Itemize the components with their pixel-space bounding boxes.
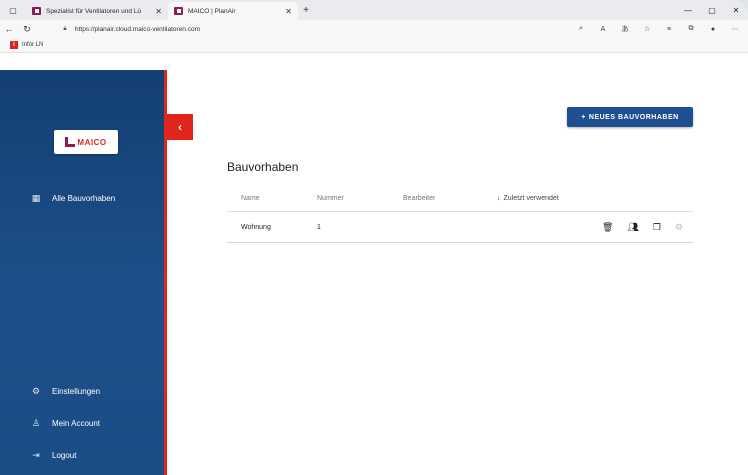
- back-arrow-icon: ←: [4, 24, 14, 34]
- browser-tab-2[interactable]: MAICO | PlanAir ✕: [168, 2, 298, 20]
- sidebar: MAICO ▦ Alle Bauvorhaben ⚙ Einstellungen…: [0, 70, 164, 475]
- sidebar-item-settings[interactable]: ⚙ Einstellungen: [30, 386, 100, 397]
- logo-text: MAICO: [77, 137, 107, 147]
- close-window-icon[interactable]: ✕: [724, 0, 748, 20]
- row-actions: 🗑︎ 👥︎ ❐ ⚙: [602, 222, 693, 233]
- close-tab-icon[interactable]: ✕: [155, 7, 162, 16]
- user-icon: ♙: [31, 418, 41, 428]
- more-menu-icon[interactable]: ⋯: [724, 20, 746, 38]
- settings-gear-icon[interactable]: ⚙: [675, 222, 683, 233]
- infor-bookmark-icon: i: [10, 41, 18, 49]
- browser-window: ▢ Spezialist für Ventilatoren und Lü ✕ M…: [0, 0, 748, 475]
- maico-logo-mark-icon: [65, 137, 76, 147]
- add-user-icon[interactable]: 👥︎: [627, 222, 638, 233]
- tab-title: MAICO | PlanAir: [188, 7, 236, 15]
- favorite-star-icon[interactable]: ☆: [636, 20, 658, 38]
- minimize-icon[interactable]: —: [676, 0, 700, 20]
- plus-icon: +: [303, 4, 309, 16]
- bookmark-infor-ln[interactable]: Infor LN: [22, 42, 43, 48]
- maico-logo: MAICO: [54, 130, 118, 154]
- sidebar-item-logout[interactable]: ⇥ Logout: [30, 450, 76, 461]
- new-project-label: NEUES BAUVORHABEN: [588, 113, 679, 121]
- back-button[interactable]: ←: [0, 20, 18, 38]
- tab-strip: ▢ Spezialist für Ventilatoren und Lü ✕ M…: [0, 0, 748, 20]
- maico-favicon-icon: [174, 7, 183, 15]
- new-project-button[interactable]: + NEUES BAUVORHABEN: [567, 107, 693, 127]
- profile-avatar-icon[interactable]: ●: [702, 20, 724, 38]
- tab-actions-icon: ▢: [9, 5, 17, 15]
- maximize-icon[interactable]: ▢: [700, 0, 724, 20]
- logout-icon: ⇥: [32, 450, 40, 460]
- navigation-bar: ← ↻ 🔒︎ https://planair.cloud.maico-venti…: [0, 20, 748, 38]
- projects-table: Name Nummer Bearbeiter ↓ Zuletzt verwend…: [227, 185, 693, 243]
- column-header-label: Zuletzt verwendet: [503, 194, 559, 202]
- column-header-editor[interactable]: Bearbeiter: [403, 195, 497, 202]
- sidebar-item-label: Alle Bauvorhaben: [52, 194, 116, 203]
- sidebar-item-account[interactable]: ♙ Mein Account: [30, 418, 100, 429]
- browser-tab-1[interactable]: Spezialist für Ventilatoren und Lü ✕: [26, 2, 168, 20]
- copy-document-icon[interactable]: ❐: [653, 222, 661, 233]
- chevron-left-icon: ‹: [178, 120, 182, 134]
- sidebar-item-label: Logout: [52, 451, 77, 460]
- translate-icon[interactable]: あ: [614, 20, 636, 38]
- buildings-icon: ▦: [31, 193, 41, 203]
- cell-number: 1: [317, 223, 321, 231]
- collapse-sidebar-button[interactable]: ‹: [167, 114, 193, 140]
- page-title: Bauvorhaben: [227, 160, 299, 174]
- bookmarks-bar: i Infor LN: [0, 38, 748, 53]
- window-controls: — ▢ ✕: [676, 0, 748, 20]
- reload-button[interactable]: ↻: [18, 20, 36, 38]
- maico-favicon-icon: [32, 7, 41, 15]
- sidebar-item-label: Einstellungen: [52, 387, 101, 396]
- reload-icon: ↻: [23, 23, 31, 34]
- sort-arrow-down-icon: ↓: [497, 194, 501, 202]
- gear-icon: ⚙: [31, 386, 41, 396]
- column-header-number[interactable]: Nummer: [317, 195, 403, 202]
- sidebar-item-label: Mein Account: [52, 419, 101, 428]
- favorites-list-icon[interactable]: ≡: [658, 20, 680, 38]
- plus-icon: +: [581, 113, 586, 121]
- cell-name: Wohnung: [241, 223, 271, 231]
- close-tab-icon[interactable]: ✕: [285, 7, 292, 16]
- search-icon[interactable]: ⌕: [570, 20, 592, 38]
- tab-actions-button[interactable]: ▢: [0, 0, 26, 20]
- app-area: MAICO ▦ Alle Bauvorhaben ⚙ Einstellungen…: [0, 54, 748, 475]
- collections-icon[interactable]: ⧉: [680, 20, 702, 38]
- new-tab-button[interactable]: +: [298, 0, 314, 20]
- lock-icon: 🔒︎: [63, 25, 67, 32]
- column-header-last-used[interactable]: ↓ Zuletzt verwendet: [497, 195, 693, 202]
- delete-trash-icon[interactable]: 🗑︎: [602, 222, 613, 233]
- sidebar-item-all-projects[interactable]: ▦ Alle Bauvorhaben: [30, 193, 115, 204]
- column-header-name[interactable]: Name: [227, 195, 317, 202]
- tab-title: Spezialist für Ventilatoren und Lü: [46, 7, 142, 15]
- url-text: https://planair.cloud.maico-ventilatoren…: [75, 25, 201, 33]
- table-header: Name Nummer Bearbeiter ↓ Zuletzt verwend…: [227, 185, 693, 212]
- address-bar[interactable]: 🔒︎ https://planair.cloud.maico-ventilato…: [60, 22, 560, 36]
- table-row[interactable]: Wohnung 1 🗑︎ 👥︎ ❐ ⚙: [227, 212, 693, 243]
- toolbar-icons: ⌕ A あ ☆ ≡ ⧉ ● ⋯: [570, 20, 746, 38]
- read-aloud-icon[interactable]: A: [592, 20, 614, 38]
